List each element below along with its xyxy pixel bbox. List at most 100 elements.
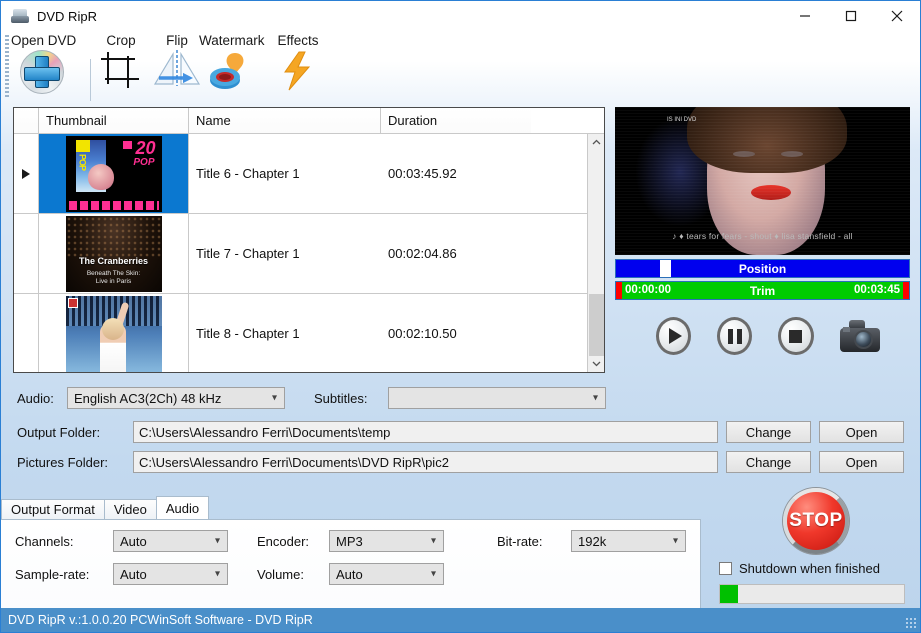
output-folder-label: Output Folder: bbox=[17, 425, 101, 440]
row-indicator bbox=[14, 214, 39, 293]
column-indicator bbox=[14, 108, 39, 133]
thumbnail-image-mtv-pop: POP 20 POP bbox=[65, 135, 162, 212]
column-thumbnail[interactable]: Thumbnail bbox=[39, 108, 189, 133]
audio-track-value: English AC3(2Ch) 48 kHz bbox=[74, 390, 222, 406]
row-indicator bbox=[14, 134, 39, 213]
chevron-down-icon[interactable] bbox=[588, 355, 604, 372]
row-thumbnail[interactable]: POP 20 POP bbox=[39, 134, 189, 213]
toolbar-open-dvd[interactable]: Open DVD bbox=[11, 33, 76, 94]
output-folder-change-button[interactable]: Change bbox=[726, 421, 811, 443]
tab-video[interactable]: Video bbox=[103, 499, 157, 519]
output-folder-input[interactable]: C:\Users\Alessandro Ferri\Documents\temp bbox=[133, 421, 718, 443]
maximize-icon[interactable] bbox=[828, 1, 874, 31]
channels-value: Auto bbox=[120, 533, 147, 549]
column-duration[interactable]: Duration bbox=[381, 108, 531, 133]
table-row[interactable]: The Cranberries Beneath The Skin: Live i… bbox=[14, 214, 604, 294]
title-list-scrollbar[interactable] bbox=[587, 134, 604, 372]
pictures-folder-change-button[interactable]: Change bbox=[726, 451, 811, 473]
channels-label: Channels: bbox=[15, 534, 74, 549]
progress-bar bbox=[719, 584, 905, 604]
row-name: Title 6 - Chapter 1 bbox=[196, 166, 300, 181]
stop-playback-button[interactable] bbox=[778, 317, 814, 355]
thumb-title-text: The Cranberries bbox=[78, 255, 149, 266]
window-controls bbox=[782, 1, 920, 31]
stop-icon bbox=[789, 329, 803, 343]
watermark-icon bbox=[205, 50, 259, 92]
pictures-folder-input[interactable]: C:\Users\Alessandro Ferri\Documents\DVD … bbox=[133, 451, 718, 473]
chevron-down-icon: ▾ bbox=[271, 392, 277, 404]
snapshot-button[interactable] bbox=[839, 320, 880, 352]
sample-rate-select[interactable]: Auto ▾ bbox=[113, 563, 228, 585]
bit-rate-value: 192k bbox=[578, 533, 607, 549]
open-dvd-icon bbox=[18, 50, 70, 94]
toolbar-flip[interactable]: Flip bbox=[149, 33, 205, 94]
encoder-select[interactable]: MP3 ▾ bbox=[329, 530, 444, 552]
thumb-pop-text: POP bbox=[133, 156, 155, 168]
row-duration: 00:03:45.92 bbox=[388, 166, 457, 181]
subtitles-label: Subtitles: bbox=[314, 391, 368, 406]
status-bar: DVD RipR v.:1.0.0.20 PCWinSoft Software … bbox=[1, 608, 920, 632]
bit-rate-select[interactable]: 192k ▾ bbox=[571, 530, 686, 552]
bit-rate-label: Bit-rate: bbox=[497, 534, 543, 549]
pictures-folder-open-button[interactable]: Open bbox=[819, 451, 904, 473]
resize-grip-icon[interactable] bbox=[905, 617, 917, 629]
toolbar-effects[interactable]: Effects bbox=[277, 33, 319, 92]
title-list-header: Thumbnail Name Duration bbox=[14, 108, 604, 134]
row-thumbnail[interactable] bbox=[39, 294, 189, 372]
position-slider-handle[interactable] bbox=[659, 260, 671, 277]
toolbar-watermark[interactable]: Watermark bbox=[199, 33, 265, 92]
chevron-down-icon: ▾ bbox=[672, 535, 678, 547]
shutdown-checkbox[interactable] bbox=[719, 562, 732, 575]
pictures-folder-label: Pictures Folder: bbox=[17, 455, 109, 470]
pictures-folder-value: C:\Users\Alessandro Ferri\Documents\DVD … bbox=[139, 454, 449, 470]
pause-button[interactable] bbox=[717, 317, 753, 355]
title-list-panel: Thumbnail Name Duration POP 20 POP Title… bbox=[13, 107, 605, 373]
stop-ripping-button[interactable]: STOP bbox=[783, 488, 849, 554]
chevron-down-icon: ▾ bbox=[214, 535, 220, 547]
trim-slider[interactable]: 00:00:00 Trim 00:03:45 bbox=[615, 281, 910, 300]
table-row[interactable]: POP 20 POP Title 6 - Chapter 1 00:03:45.… bbox=[14, 134, 604, 214]
chevron-up-icon[interactable] bbox=[588, 134, 604, 151]
thumb-pop-vertical: POP bbox=[77, 153, 88, 170]
table-row[interactable]: Title 8 - Chapter 1 00:02:10.50 bbox=[14, 294, 604, 372]
progress-bar-fill bbox=[720, 585, 739, 603]
pause-icon bbox=[726, 328, 744, 344]
toolbar-grip[interactable] bbox=[5, 35, 9, 97]
shutdown-when-finished-row[interactable]: Shutdown when finished bbox=[719, 561, 880, 576]
subtitles-select[interactable]: ▾ bbox=[388, 387, 606, 409]
effects-icon bbox=[277, 50, 319, 92]
volume-select[interactable]: Auto ▾ bbox=[329, 563, 444, 585]
output-folder-value: C:\Users\Alessandro Ferri\Documents\temp bbox=[139, 424, 391, 440]
position-slider-label: Position bbox=[738, 261, 787, 276]
settings-tabstrip: Output Format Video Audio bbox=[1, 496, 210, 519]
audio-track-label: Audio: bbox=[17, 391, 54, 406]
video-preview[interactable]: IS INI DVD ♪ ♦ tears for fears - shout ♦… bbox=[615, 107, 910, 255]
toolbar: Open DVD Crop Flip Watermark Effects bbox=[1, 31, 920, 101]
crop-icon bbox=[99, 50, 143, 90]
toolbar-effects-label: Effects bbox=[277, 33, 319, 48]
transport-controls bbox=[656, 311, 880, 361]
thumb-subtitle-line1: Beneath The Skin: bbox=[86, 269, 141, 277]
thumbnail-image-cranberries: The Cranberries Beneath The Skin: Live i… bbox=[65, 215, 162, 292]
column-name[interactable]: Name bbox=[189, 108, 381, 133]
close-icon[interactable] bbox=[874, 1, 920, 31]
output-folder-open-button[interactable]: Open bbox=[819, 421, 904, 443]
tab-output-format[interactable]: Output Format bbox=[1, 499, 105, 519]
channels-select[interactable]: Auto ▾ bbox=[113, 530, 228, 552]
window-title: DVD RipR bbox=[37, 8, 97, 24]
row-duration: 00:02:10.50 bbox=[388, 326, 457, 341]
audio-track-select[interactable]: English AC3(2Ch) 48 kHz ▾ bbox=[67, 387, 285, 409]
scrollbar-thumb[interactable] bbox=[589, 294, 604, 356]
chevron-down-icon: ▾ bbox=[430, 535, 436, 547]
flip-icon bbox=[149, 50, 205, 94]
tab-audio[interactable]: Audio bbox=[155, 496, 210, 519]
play-button[interactable] bbox=[656, 317, 692, 355]
toolbar-crop[interactable]: Crop bbox=[99, 33, 143, 90]
volume-value: Auto bbox=[336, 566, 363, 582]
row-indicator bbox=[14, 294, 39, 372]
minimize-icon[interactable] bbox=[782, 1, 828, 31]
sample-rate-label: Sample-rate: bbox=[15, 567, 90, 582]
position-slider[interactable]: Position bbox=[615, 259, 910, 278]
row-thumbnail[interactable]: The Cranberries Beneath The Skin: Live i… bbox=[39, 214, 189, 293]
preview-frame: IS INI DVD ♪ ♦ tears for fears - shout ♦… bbox=[615, 107, 910, 255]
